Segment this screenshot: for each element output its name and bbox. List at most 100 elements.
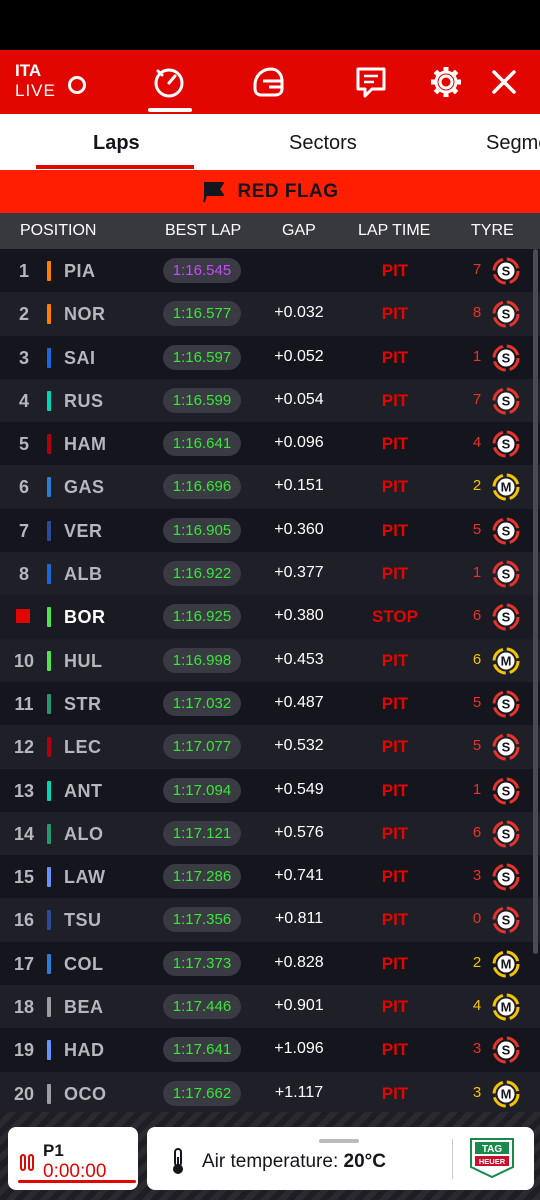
medium-tyre-icon: M — [492, 950, 520, 978]
drag-handle[interactable] — [319, 1139, 359, 1143]
tyre-age: 2 — [472, 953, 482, 971]
soft-tyre-icon: S — [492, 820, 520, 848]
table-row[interactable]: 3 SAI 1:16.597 +0.052 PIT 1 S — [0, 335, 540, 379]
best-lap: 1:16.696 — [163, 474, 241, 500]
view-tabs: Laps Sectors Segments — [0, 114, 540, 170]
tab-segments[interactable]: Segments — [486, 132, 540, 155]
tyre-age: 6 — [472, 607, 482, 625]
table-row[interactable]: 1 PIA 1:16.545 PIT 7 S — [0, 249, 540, 293]
table-row[interactable]: 20 OCO 1:17.662 +1.117 PIT 3 M — [0, 1071, 540, 1115]
pause-bars-icon — [20, 1154, 34, 1171]
column-header-lap-time: LAP TIME — [358, 222, 431, 239]
table-row[interactable]: 11 STR 1:17.032 +0.487 PIT 5 S — [0, 681, 540, 726]
best-lap: 1:17.286 — [163, 864, 241, 890]
position: 10 — [13, 650, 35, 671]
tyre-age: 1 — [472, 564, 482, 582]
driver-code: ALO — [64, 823, 104, 844]
flag-icon — [203, 181, 225, 202]
table-row[interactable]: 13 ANT 1:17.094 +0.549 PIT 1 S — [0, 768, 540, 812]
close-icon[interactable] — [486, 64, 522, 100]
active-tool-indicator — [148, 108, 192, 112]
helmet-icon[interactable] — [250, 64, 286, 100]
gap: +0.901 — [274, 997, 324, 1015]
table-row[interactable]: 4 RUS 1:16.599 +0.054 PIT 7 S — [0, 378, 540, 423]
soft-tyre-icon: S — [492, 387, 520, 415]
tyre-compound: S — [502, 870, 511, 885]
tyre-age: 6 — [472, 650, 482, 668]
position: 13 — [13, 780, 35, 801]
tag-logo-bottom: HEUER — [479, 1157, 506, 1166]
gap: +0.032 — [274, 304, 324, 322]
position: 2 — [18, 304, 29, 325]
position: 17 — [13, 953, 35, 974]
settings-gear-icon[interactable] — [428, 64, 464, 100]
tyre-age: 1 — [472, 347, 482, 365]
lap-time-status: PIT — [381, 1083, 409, 1103]
team-color-bar — [47, 823, 51, 844]
soft-tyre-icon: S — [492, 1036, 520, 1064]
position: 5 — [18, 434, 29, 455]
tab-sectors[interactable]: Sectors — [289, 132, 357, 155]
tyre-compound: S — [502, 826, 511, 841]
table-row[interactable]: 16 TSU 1:17.356 +0.811 PIT 0 S — [0, 898, 540, 942]
team-color-bar — [47, 607, 51, 628]
team-color-bar — [47, 1083, 51, 1104]
soft-tyre-icon: S — [492, 690, 520, 718]
best-lap: 1:17.032 — [163, 690, 241, 716]
driver-code: BOR — [64, 607, 106, 628]
lap-time-status: PIT — [381, 650, 409, 670]
thermometer-icon — [173, 1148, 183, 1174]
gap: +0.151 — [274, 477, 324, 495]
table-row[interactable]: 12 LEC 1:17.077 +0.532 PIT 5 S — [0, 725, 540, 769]
tyre-age: 2 — [472, 477, 482, 495]
driver-code: VER — [64, 520, 103, 541]
lap-time-status: PIT — [381, 953, 409, 973]
position: 19 — [13, 1040, 35, 1061]
table-row[interactable]: 2 NOR 1:16.577 +0.032 PIT 8 S — [0, 292, 540, 336]
driver-code: SAI — [64, 347, 96, 368]
session-timer-card[interactable]: P1 0:00:00 — [8, 1127, 138, 1190]
race-control-messages-icon[interactable] — [353, 64, 389, 100]
divider — [452, 1139, 453, 1179]
gap: +0.811 — [274, 910, 324, 928]
live-dot-icon — [68, 76, 86, 94]
table-row[interactable]: 18 BEA 1:17.446 +0.901 PIT 4 M — [0, 985, 540, 1029]
gap: +0.741 — [274, 867, 324, 885]
gap: +0.532 — [274, 737, 324, 755]
table-row[interactable]: 8 ALB 1:16.922 +0.377 PIT 1 S — [0, 552, 540, 596]
scrollbar[interactable] — [533, 249, 538, 954]
tab-laps[interactable]: Laps — [93, 132, 140, 155]
table-row[interactable]: 15 LAW 1:17.286 +0.741 PIT 3 S — [0, 855, 540, 899]
tyre-compound: S — [502, 393, 511, 408]
table-row[interactable]: BOR 1:16.925 +0.380 STOP 6 S — [0, 595, 540, 639]
position: 3 — [18, 347, 29, 368]
gap: +0.453 — [274, 650, 324, 668]
position: 14 — [13, 823, 35, 844]
table-row[interactable]: 19 HAD 1:17.641 +1.096 PIT 3 S — [0, 1028, 540, 1072]
position: 11 — [14, 693, 34, 714]
best-lap: 1:17.446 — [163, 994, 241, 1020]
table-row[interactable]: 14 ALO 1:17.121 +0.576 PIT 6 S — [0, 811, 540, 856]
lap-time-status: PIT — [381, 434, 409, 454]
table-row[interactable]: 5 HAM 1:16.641 +0.096 PIT 4 S — [0, 422, 540, 466]
weather-card[interactable]: Air temperature: 20°C TAG HEUER — [147, 1127, 534, 1190]
tyre-age: 6 — [472, 823, 482, 841]
table-row[interactable]: 6 GAS 1:16.696 +0.151 PIT 2 M — [0, 465, 540, 509]
tyre-compound: M — [501, 1000, 512, 1015]
table-row[interactable]: 10 HUL 1:16.998 +0.453 PIT 6 M — [0, 638, 540, 682]
driver-code: ANT — [64, 780, 103, 801]
gap: +1.096 — [274, 1040, 324, 1058]
lap-time-status: PIT — [381, 780, 409, 800]
table-row[interactable]: 17 COL 1:17.373 +0.828 PIT 2 M — [0, 941, 540, 986]
lap-time-status: PIT — [381, 477, 409, 497]
team-color-bar — [47, 867, 51, 888]
tyre-compound: M — [501, 956, 512, 971]
table-row[interactable]: 7 VER 1:16.905 +0.360 PIT 5 S — [0, 508, 540, 553]
soft-tyre-icon: S — [492, 517, 520, 545]
air-temperature-value: 20°C — [343, 1151, 386, 1172]
medium-tyre-icon: M — [492, 1080, 520, 1108]
tag-heuer-logo: TAG HEUER — [470, 1138, 514, 1179]
lap-time-status: PIT — [381, 261, 409, 280]
lap-time-status: PIT — [381, 304, 409, 324]
timing-stopwatch-icon[interactable] — [151, 64, 187, 100]
